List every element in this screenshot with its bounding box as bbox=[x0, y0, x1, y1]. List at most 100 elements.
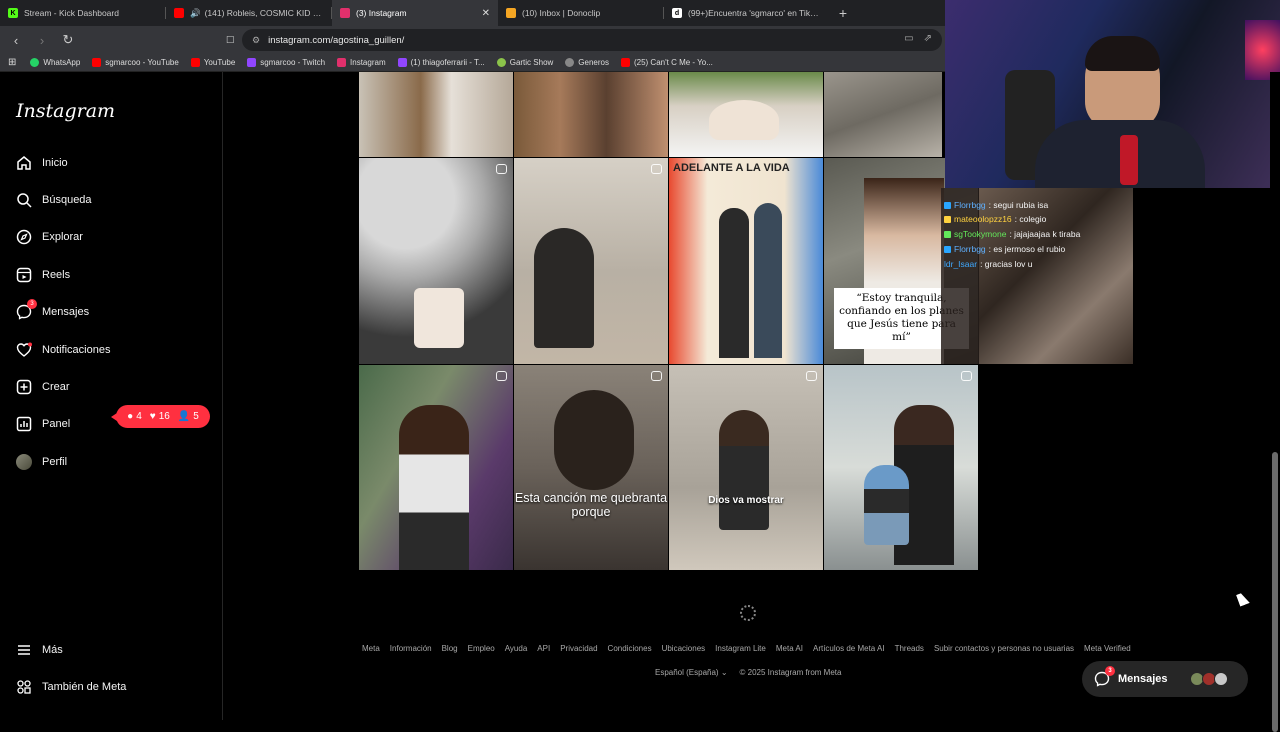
heart-filled-icon: ♥ bbox=[149, 411, 156, 422]
youtube-favicon-icon bbox=[174, 8, 184, 18]
reel-icon bbox=[651, 164, 662, 174]
messenger-icon: 3 bbox=[1094, 666, 1115, 687]
messenger-icon: 3 bbox=[16, 299, 37, 320]
sidebar-item-label: Reels bbox=[42, 269, 71, 281]
instagram-logo[interactable]: Instagram bbox=[16, 100, 115, 122]
bookmark-item[interactable]: Generos bbox=[565, 58, 609, 67]
bookmark-item[interactable]: (1) thiagoferrarii - T... bbox=[397, 58, 485, 67]
subscriber-badge-icon bbox=[944, 215, 951, 223]
footer-link[interactable]: Empleo bbox=[468, 644, 495, 653]
bookmark-star-icon[interactable]: ☐ bbox=[226, 35, 235, 46]
reel-caption: Esta canción me quebranta porque bbox=[514, 491, 668, 519]
footer-link[interactable]: Ayuda bbox=[505, 644, 528, 653]
bookmark-item[interactable]: WhatsApp bbox=[30, 58, 80, 67]
tab-title: (141) Robleis, COSMIC KID - POV bbox=[204, 8, 324, 18]
notifications-summary-pill[interactable]: ● 4 ♥ 16 👤 5 bbox=[111, 405, 210, 428]
footer-link[interactable]: API bbox=[537, 644, 550, 653]
person-icon: 👤 bbox=[177, 411, 191, 422]
bookmark-item[interactable]: sgmarcoo - YouTube bbox=[92, 58, 179, 67]
sidebar-item-meta[interactable]: También de Meta bbox=[16, 679, 126, 695]
footer-link[interactable]: Meta Verified bbox=[1084, 644, 1131, 653]
footer-link[interactable]: Instagram Lite bbox=[715, 644, 766, 653]
apps-icon[interactable]: ⊞ bbox=[8, 57, 16, 68]
sidebar-item-mas[interactable]: Más bbox=[16, 642, 63, 658]
messages-label: Mensajes bbox=[1118, 673, 1168, 685]
carousel-icon bbox=[961, 371, 972, 381]
bookmark-item[interactable]: Gartic Show bbox=[496, 58, 553, 67]
sidebar-item-label: También de Meta bbox=[42, 681, 127, 693]
chat-message: sgTookymone: jajajaajaa k tiraba bbox=[944, 229, 1080, 239]
sidebar-item-panel[interactable]: Panel bbox=[16, 416, 70, 432]
post-thumbnail[interactable]: Esta canción me quebranta porque bbox=[514, 365, 668, 570]
browser-tab[interactable]: d (99+)Encuentra 'sgmarco' en TikTok bbox=[664, 0, 830, 26]
post-thumbnail[interactable]: ADELANTE A LA VIDA bbox=[669, 158, 823, 364]
messages-floating-button[interactable]: 3 Mensajes bbox=[1082, 661, 1248, 697]
meta-apps-icon bbox=[16, 679, 32, 695]
sidebar-item-reels[interactable]: Reels bbox=[16, 267, 70, 283]
footer-link[interactable]: Condiciones bbox=[608, 644, 652, 653]
sidebar-item-mensajes[interactable]: 3 Mensajes bbox=[16, 299, 89, 320]
donoclip-favicon-icon bbox=[506, 8, 516, 18]
sidebar-item-label: Búsqueda bbox=[42, 194, 92, 206]
footer-link[interactable]: Privacidad bbox=[560, 644, 597, 653]
footer-link[interactable]: Ubicaciones bbox=[662, 644, 706, 653]
post-thumbnail[interactable] bbox=[824, 72, 942, 157]
address-bar[interactable]: ☐ ⚙ instagram.com/agostina_guillen/ ▭ ⇗ bbox=[226, 29, 942, 51]
speaker-icon: 🔊 bbox=[190, 7, 201, 18]
install-app-icon[interactable]: ▭ bbox=[904, 33, 913, 44]
sidebar-item-crear[interactable]: Crear bbox=[16, 379, 70, 395]
instagram-favicon-icon bbox=[340, 8, 350, 18]
share-icon[interactable]: ⇗ bbox=[924, 33, 932, 44]
plus-icon bbox=[16, 379, 32, 395]
browser-tab[interactable]: K Stream - Kick Dashboard bbox=[0, 0, 166, 26]
sidebar-item-busqueda[interactable]: Búsqueda bbox=[16, 192, 92, 208]
close-tab-icon[interactable]: ✕ bbox=[482, 8, 490, 19]
footer-link[interactable]: Meta AI bbox=[776, 644, 803, 653]
footer-link[interactable]: Artículos de Meta AI bbox=[813, 644, 885, 653]
footer-link[interactable]: Meta bbox=[362, 644, 380, 653]
post-thumbnail[interactable] bbox=[669, 72, 823, 157]
comment-icon: ● bbox=[127, 411, 134, 422]
post-thumbnail[interactable] bbox=[514, 158, 668, 364]
sidebar-item-perfil[interactable]: Perfil bbox=[16, 454, 67, 470]
site-info-icon[interactable]: ⚙ bbox=[252, 35, 260, 46]
post-thumbnail[interactable] bbox=[359, 158, 513, 364]
url-text[interactable]: instagram.com/agostina_guillen/ bbox=[268, 35, 404, 46]
tab-title: (99+)Encuentra 'sgmarco' en TikTok bbox=[688, 8, 822, 18]
comments-count: ● 4 bbox=[127, 411, 142, 422]
post-thumbnail[interactable] bbox=[359, 72, 513, 157]
post-thumbnail[interactable] bbox=[514, 72, 668, 157]
bookmark-item[interactable]: (25) Can't C Me - Yo... bbox=[620, 58, 713, 67]
bookmark-item[interactable]: Instagram bbox=[337, 58, 386, 67]
kick-favicon-icon: K bbox=[8, 8, 18, 18]
chevron-down-icon: ⌄ bbox=[720, 668, 728, 677]
footer-link[interactable]: Subir contactos y personas no usuarias bbox=[934, 644, 1074, 653]
post-thumbnail[interactable] bbox=[359, 365, 513, 570]
post-thumbnail[interactable] bbox=[824, 365, 978, 570]
subscriber-badge-icon bbox=[944, 201, 951, 209]
tiktok-favicon-icon: d bbox=[672, 8, 682, 18]
footer-bottom: Español (España) ⌄ © 2025 Instagram from… bbox=[655, 668, 841, 677]
reload-button[interactable]: ↻ bbox=[58, 30, 78, 50]
post-thumbnail[interactable]: Dios va mostrar bbox=[669, 365, 823, 570]
footer-link[interactable]: Información bbox=[390, 644, 432, 653]
forward-button[interactable]: › bbox=[32, 30, 52, 50]
sidebar-item-inicio[interactable]: Inicio bbox=[16, 155, 68, 171]
browser-tab[interactable]: (10) Inbox | Donoclip bbox=[498, 0, 664, 26]
sidebar-item-explorar[interactable]: Explorar bbox=[16, 229, 83, 245]
back-button[interactable]: ‹ bbox=[6, 30, 26, 50]
menu-icon bbox=[16, 642, 32, 658]
browser-tab[interactable]: 🔊 (141) Robleis, COSMIC KID - POV bbox=[166, 0, 332, 26]
panel-icon bbox=[16, 416, 32, 432]
page-scrollbar[interactable] bbox=[1270, 72, 1280, 732]
new-tab-button[interactable]: + bbox=[830, 0, 856, 26]
language-select[interactable]: Español (España) ⌄ bbox=[655, 668, 728, 677]
footer-link[interactable]: Blog bbox=[442, 644, 458, 653]
bookmark-item[interactable]: sgmarcoo - Twitch bbox=[247, 58, 325, 67]
footer-link[interactable]: Threads bbox=[895, 644, 924, 653]
browser-tab-active[interactable]: (3) Instagram ✕ bbox=[332, 0, 498, 26]
sidebar-item-notificaciones[interactable]: Notificaciones bbox=[16, 342, 110, 358]
bookmark-item[interactable]: YouTube bbox=[190, 58, 235, 67]
chat-message: ldr_Isaar: gracias lov u bbox=[944, 259, 1033, 269]
scrollbar-thumb[interactable] bbox=[1272, 452, 1278, 732]
